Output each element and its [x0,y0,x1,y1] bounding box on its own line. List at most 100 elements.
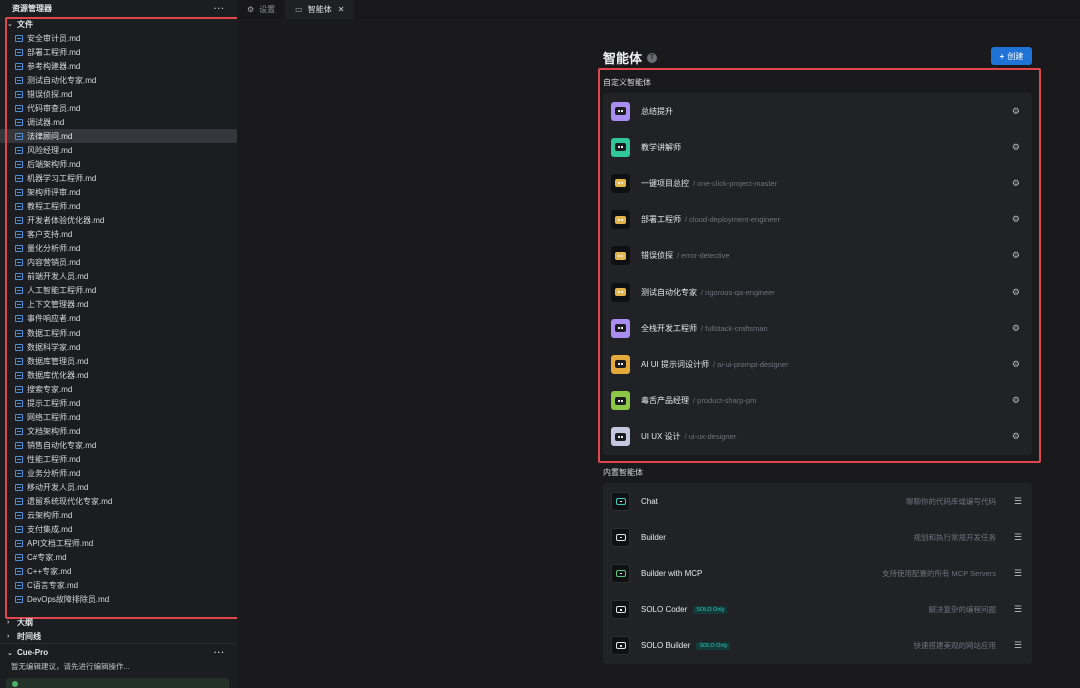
file-item[interactable]: 上下文管理器.md [0,298,237,312]
custom-agent-row[interactable]: 一键项目总控 / one-click-project-master ⚙ [603,165,1032,201]
agent-avatar-icon [611,282,630,302]
builtin-agent-row[interactable]: Builder 规划和执行常规开发任务 ☰ [603,519,1032,555]
list-menu-icon[interactable]: ☰ [1014,568,1022,579]
file-item[interactable]: 遗留系统现代化专家.md [0,495,237,509]
file-item[interactable]: API文档工程师.md [0,537,237,551]
file-name: 业务分析师.md [27,468,81,478]
file-item[interactable]: 参考构建器.md [0,59,237,73]
file-item[interactable]: 网络工程师.md [0,410,237,424]
tab-agents[interactable]: ▭ 智能体 ✕ [285,0,355,19]
file-item[interactable]: 云架构师.md [0,509,237,523]
gear-icon[interactable]: ⚙ [1012,106,1020,117]
file-item[interactable]: 移动开发人员.md [0,481,237,495]
file-item[interactable]: 部署工程师.md [0,45,237,59]
file-item[interactable]: C#专家.md [0,551,237,565]
custom-agent-row[interactable]: 部署工程师 / cloud-deployment-engineer ⚙ [603,202,1032,238]
custom-agent-row[interactable]: 教学讲解师 ⚙ [603,129,1032,165]
file-item[interactable]: 客户支持.md [0,228,237,242]
agent-name: 总结提升 [641,106,673,116]
file-item[interactable]: 数据工程师.md [0,326,237,340]
builtin-agent-row[interactable]: Builder with MCP 支持使用配置的所有 MCP Servers ☰ [603,555,1032,591]
file-item[interactable]: 数据科学家.md [0,340,237,354]
file-item[interactable]: 业务分析师.md [0,466,237,480]
file-item[interactable]: 数据库管理员.md [0,354,237,368]
file-name: 文档架构师.md [27,426,81,436]
list-menu-icon[interactable]: ☰ [1014,640,1022,651]
builtin-agent-row[interactable]: SOLO Coder SOLO Only 解决复杂的编程问题 ☰ [603,592,1032,628]
gear-icon[interactable]: ⚙ [1012,250,1020,261]
file-item[interactable]: C++专家.md [0,565,237,579]
file-item[interactable]: 风险经理.md [0,143,237,157]
markdown-file-icon [15,596,23,604]
file-item[interactable]: 性能工程师.md [0,452,237,466]
markdown-file-icon [15,203,23,211]
file-item[interactable]: 内容营销员.md [0,256,237,270]
gear-icon[interactable]: ⚙ [1012,431,1020,442]
file-name: C#专家.md [27,553,67,563]
robot-icon: ▭ [295,5,303,14]
help-icon[interactable]: ? [647,52,658,63]
custom-agent-row[interactable]: 错误侦探 / error-detective ⚙ [603,238,1032,274]
file-item[interactable]: 销售自动化专家.md [0,438,237,452]
close-icon[interactable]: ✕ [338,5,345,14]
more-icon[interactable]: ··· [214,4,225,13]
outline-section-header[interactable]: › 大纲 [0,615,237,629]
agent-avatar-icon [611,137,630,157]
custom-agent-row[interactable]: UI UX 设计 / ui-ux-designer ⚙ [603,419,1032,455]
builtin-agent-row[interactable]: Chat 聊聊你的代码库或编写代码 ☰ [603,483,1032,519]
file-name: 参考构建器.md [27,61,81,71]
file-name: 错误侦探.md [27,89,73,99]
gear-icon[interactable]: ⚙ [1012,287,1020,298]
robot-face-icon [615,396,626,405]
file-item[interactable]: 前端开发人员.md [0,270,237,284]
gear-icon[interactable]: ⚙ [1012,323,1020,334]
agent-slug: / rigorous-qa-engineer [701,287,775,297]
custom-agent-row[interactable]: 毒舌产品经理 / product-sharp-pm ⚙ [603,383,1032,419]
custom-agent-row[interactable]: 总结提升 ⚙ [603,93,1032,129]
file-item[interactable]: C语言专家.md [0,579,237,593]
file-item[interactable]: 搜索专家.md [0,382,237,396]
gear-icon[interactable]: ⚙ [1012,214,1020,225]
tab-settings[interactable]: ⚙ 设置 [237,0,285,19]
agent-avatar-icon [611,246,630,266]
custom-agent-row[interactable]: AI UI 提示词设计师 / ai-ui-prompt-designer ⚙ [603,346,1032,382]
gear-icon[interactable]: ⚙ [1012,395,1020,406]
custom-agent-row[interactable]: 全栈开发工程师 / fullstack-craftsman ⚙ [603,310,1032,346]
file-item[interactable]: 提示工程师.md [0,396,237,410]
file-item[interactable]: 调试器.md [0,115,237,129]
gear-icon[interactable]: ⚙ [1012,359,1020,370]
file-item[interactable]: 支付集成.md [0,523,237,537]
file-item[interactable]: 机器学习工程师.md [0,171,237,185]
timeline-section-header[interactable]: › 时间线 [0,629,237,643]
cue-pro-header[interactable]: ⌄ Cue-Pro ··· [0,645,237,659]
file-item[interactable]: 错误侦探.md [0,87,237,101]
file-item[interactable]: 数据库优化器.md [0,368,237,382]
file-item[interactable]: 事件响应者.md [0,312,237,326]
file-item[interactable]: DevOps故障排除员.md [0,593,237,607]
file-item[interactable]: 文档架构师.md [0,424,237,438]
create-agent-button[interactable]: + 创建 [991,47,1032,65]
markdown-file-icon [15,441,23,449]
file-item[interactable]: 安全审计员.md [0,31,237,45]
more-icon[interactable]: ··· [214,648,225,657]
file-item[interactable]: 架构师评审.md [0,186,237,200]
files-section-header[interactable]: ⌄ 文件 [0,17,237,31]
file-item[interactable]: 教程工程师.md [0,200,237,214]
gear-icon[interactable]: ⚙ [1012,178,1020,189]
builtin-agent-row[interactable]: SOLO Builder SOLO Only 快速搭建美观的网站应用 ☰ [603,628,1032,664]
file-item[interactable]: 后端架构师.md [0,157,237,171]
gear-icon[interactable]: ⚙ [1012,142,1020,153]
file-item[interactable]: 测试自动化专家.md [0,73,237,87]
file-item[interactable]: 人工智能工程师.md [0,284,237,298]
file-item[interactable]: 法律顾问.md [0,129,237,144]
create-label: 创建 [1007,51,1024,61]
file-item[interactable]: 代码审查员.md [0,101,237,115]
list-menu-icon[interactable]: ☰ [1014,604,1022,615]
file-item[interactable]: 量化分析师.md [0,242,237,256]
cue-pro-title: Cue-Pro [17,647,49,657]
file-item[interactable]: 开发者体验优化器.md [0,214,237,228]
custom-agent-row[interactable]: 测试自动化专家 / rigorous-qa-engineer ⚙ [603,274,1032,310]
list-menu-icon[interactable]: ☰ [1014,496,1022,507]
list-menu-icon[interactable]: ☰ [1014,532,1022,543]
markdown-file-icon [15,160,23,168]
